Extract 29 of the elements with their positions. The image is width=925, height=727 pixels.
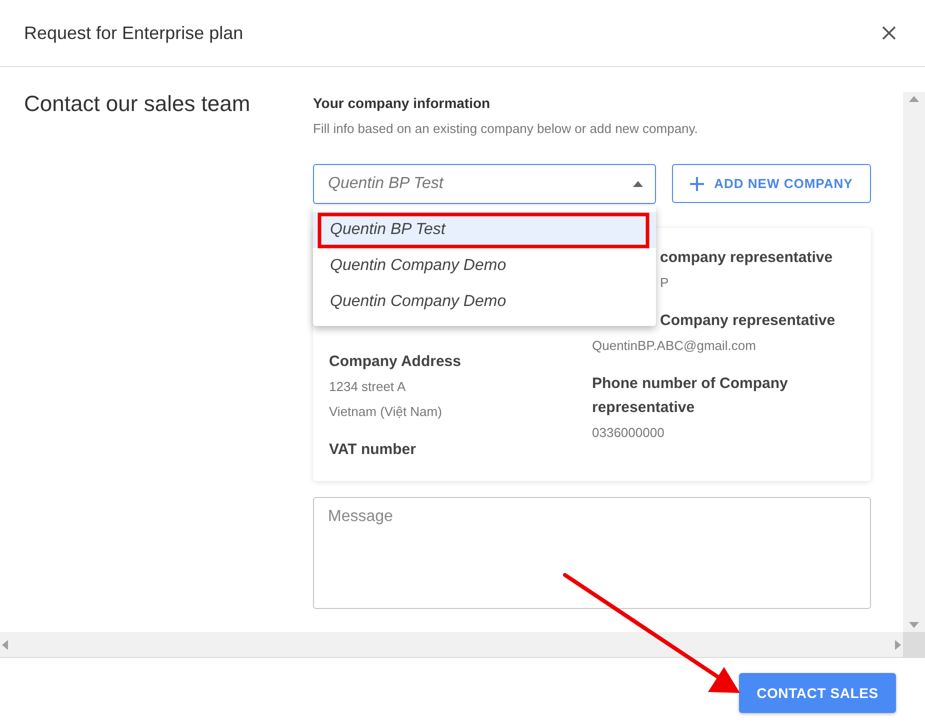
dropdown-option[interactable]: Quentin Company Demo: [313, 248, 656, 284]
section-subtitle: Fill info based on an existing company below or add new company.: [313, 121, 698, 136]
field-value: QuentinBP.ABC@gmail.com: [592, 337, 756, 355]
field-label: Phone number of Company representative: [592, 374, 789, 418]
field-value: 0336000000: [592, 424, 664, 442]
add-company-button[interactable]: ADD NEW COMPANY: [672, 164, 871, 203]
horizontal-scrollbar[interactable]: [0, 632, 903, 658]
field-value: P: [660, 274, 669, 292]
dropdown-option[interactable]: Quentin Company Demo: [313, 284, 656, 320]
scrollbar-corner: [903, 632, 925, 658]
plus-icon: [690, 176, 704, 190]
field-value: Vietnam (Việt Nam): [329, 403, 442, 421]
field-label: company representative: [660, 248, 833, 268]
field-label: Company representative: [660, 311, 836, 331]
company-select[interactable]: Quentin BP Test: [313, 164, 656, 204]
message-field[interactable]: Message: [313, 497, 871, 609]
field-value: 1234 street A: [329, 378, 406, 396]
vertical-scrollbar[interactable]: [903, 92, 925, 632]
caret-icon: [633, 181, 643, 187]
field-label: VAT number: [329, 440, 416, 460]
dialog-title: Request for Enterprise plan: [24, 22, 244, 44]
section-title: Your company information: [313, 95, 490, 111]
scroll-left-icon[interactable]: [2, 640, 8, 650]
scroll-down-icon[interactable]: [909, 622, 919, 628]
close-icon[interactable]: [881, 25, 897, 41]
field-label: Company Address: [329, 352, 461, 372]
section-heading: Contact our sales team: [24, 91, 250, 116]
scroll-right-icon[interactable]: [895, 640, 901, 650]
scroll-up-icon[interactable]: [909, 96, 919, 102]
